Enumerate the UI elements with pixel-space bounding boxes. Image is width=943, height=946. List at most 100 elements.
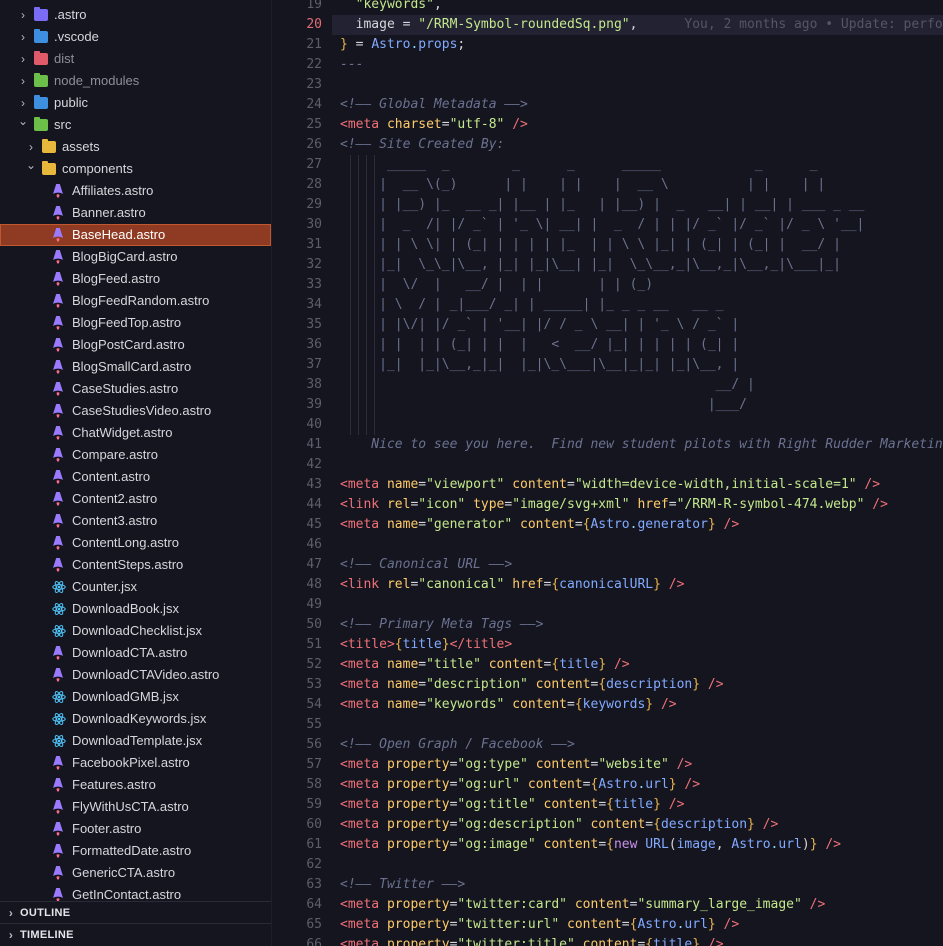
code-line[interactable]: --- (340, 55, 363, 75)
code-token: "width=device-width,initial-scale=1" (574, 477, 857, 492)
code-token: "summary_large_image" (637, 897, 802, 912)
code-line[interactable]: | | | | (_| | | | < __/ |_| | | | | (_| … (340, 335, 739, 355)
code-editor[interactable]: 19 20 21 22 23 24 25 26 27 28 29 30 31 32 33 34 35 36 37 38… (272, 0, 943, 946)
line-number: 52 (306, 657, 322, 672)
code-token: content (504, 477, 568, 492)
file-blogbigcard-astro[interactable]: BlogBigCard.astro (0, 246, 271, 268)
code-line[interactable]: "keywords", (340, 0, 442, 15)
file-banner-astro[interactable]: Banner.astro (0, 202, 271, 224)
folder-astro[interactable]: › .astro (0, 4, 271, 26)
file-genericcta-astro[interactable]: GenericCTA.astro (0, 862, 271, 884)
code-line[interactable]: <!—— Global Metadata ——> (340, 95, 528, 115)
file-downloadbook-jsx[interactable]: DownloadBook.jsx (0, 598, 271, 620)
code-line[interactable]: <meta property="twitter:card" content="s… (340, 895, 825, 915)
code-line[interactable]: | _ /| |/ _` | '_ \| __| | _ / | | |/ _`… (340, 215, 864, 235)
folder-components[interactable]: ⌄ components (0, 158, 271, 180)
code-line[interactable]: <!—— Twitter ——> (340, 875, 465, 895)
code-line[interactable]: <!—— Primary Meta Tags ——> (340, 615, 544, 635)
code-line[interactable]: <!—— Site Created By: (340, 135, 504, 155)
code-line[interactable]: <meta property="twitter:title" content={… (340, 935, 724, 946)
code-line[interactable]: <meta name="title" content={title} /> (340, 655, 630, 675)
file-counter-jsx[interactable]: Counter.jsx (0, 576, 271, 598)
file-downloadcta-astro[interactable]: DownloadCTA.astro (0, 642, 271, 664)
file-footer-astro[interactable]: Footer.astro (0, 818, 271, 840)
file-facebookpixel-astro[interactable]: FacebookPixel.astro (0, 752, 271, 774)
react-file-icon (52, 690, 66, 704)
file-content3-astro[interactable]: Content3.astro (0, 510, 271, 532)
code-line[interactable]: <meta property="og:url" content={Astro.u… (340, 775, 700, 795)
folder-node-modules[interactable]: › node_modules (0, 70, 271, 92)
file-affiliates-astro[interactable]: Affiliates.astro (0, 180, 271, 202)
code-line[interactable]: <meta name="description" content={descri… (340, 675, 724, 695)
code-line[interactable]: <meta name="generator" content={Astro.ge… (340, 515, 739, 535)
code-line[interactable]: <meta property="twitter:url" content={As… (340, 915, 739, 935)
outline-section-header[interactable]: › OUTLINE (0, 901, 271, 924)
file-blogfeed-astro[interactable]: BlogFeed.astro (0, 268, 271, 290)
file-blogfeedtop-astro[interactable]: BlogFeedTop.astro (0, 312, 271, 334)
code-line[interactable]: _____ _ _ _ _____ _ _ (340, 155, 817, 175)
folder-dist[interactable]: › dist (0, 48, 271, 70)
folder-src[interactable]: ⌄ src (0, 114, 271, 136)
code-line[interactable]: | \/ | __/ | | | | | (_) (340, 275, 653, 295)
folder-assets[interactable]: › assets (0, 136, 271, 158)
file-casestudies-astro[interactable]: CaseStudies.astro (0, 378, 271, 400)
file-downloadtemplate-jsx[interactable]: DownloadTemplate.jsx (0, 730, 271, 752)
code-line[interactable]: <meta property="og:image" content={new U… (340, 835, 841, 855)
code-line[interactable]: image = "/RRM-Symbol-roundedSq.png", You… (332, 15, 943, 35)
file-features-astro[interactable]: Features.astro (0, 774, 271, 796)
file-basehead-astro[interactable]: BaseHead.astro (0, 224, 271, 246)
file-blogsmallcard-astro[interactable]: BlogSmallCard.astro (0, 356, 271, 378)
code-line[interactable]: <meta charset="utf-8" /> (340, 115, 528, 135)
code-line[interactable]: | \ / | _|___/ _| | _____| |_ _ _ __ __ … (340, 295, 723, 315)
file-content2-astro[interactable]: Content2.astro (0, 488, 271, 510)
code-token: = (441, 117, 450, 132)
code-line[interactable]: <!—— Open Graph / Facebook ——> (340, 735, 575, 755)
file-downloadctavideo-astro[interactable]: DownloadCTAVideo.astro (0, 664, 271, 686)
file-contentlong-astro[interactable]: ContentLong.astro (0, 532, 271, 554)
file-label: ContentSteps.astro (72, 557, 184, 572)
file-downloadgmb-jsx[interactable]: DownloadGMB.jsx (0, 686, 271, 708)
code-line[interactable]: } = Astro.props; (340, 35, 465, 55)
file-blogpostcard-astro[interactable]: BlogPostCard.astro (0, 334, 271, 356)
code-line[interactable]: <link rel="icon" type="image/svg+xml" hr… (340, 495, 888, 515)
file-compare-astro[interactable]: Compare.astro (0, 444, 271, 466)
code-token: content (567, 897, 630, 912)
file-casestudiesvideo-astro[interactable]: CaseStudiesVideo.astro (0, 400, 271, 422)
file-contentsteps-astro[interactable]: ContentSteps.astro (0, 554, 271, 576)
code-line[interactable]: <meta property="og:title" content={title… (340, 795, 684, 815)
file-flywithuscta-astro[interactable]: FlyWithUsCTA.astro (0, 796, 271, 818)
timeline-section-header[interactable]: › TIMELINE (0, 923, 271, 946)
code-line[interactable]: |___/ (340, 395, 747, 415)
file-downloadchecklist-jsx[interactable]: DownloadChecklist.jsx (0, 620, 271, 642)
code-line[interactable]: | |__) |_ __ _| |__ | |_ | |__) | _ __| … (340, 195, 864, 215)
file-blogfeedrandom-astro[interactable]: BlogFeedRandom.astro (0, 290, 271, 312)
folder-icon (34, 51, 48, 65)
file-formatteddate-astro[interactable]: FormattedDate.astro (0, 840, 271, 862)
code-line[interactable]: <title>{title}</title> (340, 635, 512, 655)
code-line[interactable]: Nice to see you here. Find new student p… (340, 435, 943, 455)
code-line[interactable]: <link rel="canonical" href={canonicalURL… (340, 575, 684, 595)
code-line[interactable]: <meta property="og:type" content="websit… (340, 755, 692, 775)
code-line[interactable]: | | \ \| | (_| | | | | |_ | | \ \ |_| | … (340, 235, 841, 255)
folder-icon (34, 29, 48, 43)
code-line[interactable]: |_| |_|\__,_|_| |_|\_\___|\__|_|_| |_|\_… (340, 355, 739, 375)
code-line[interactable]: | __ \(_) | | | | | __ \ | | | | (340, 175, 825, 195)
folder-public[interactable]: › public (0, 92, 271, 114)
code-token: < (340, 637, 348, 652)
code-line[interactable]: | |\/| |/ _` | '__| |/ / _ \ __| | '_ \ … (340, 315, 739, 335)
file-content-astro[interactable]: Content.astro (0, 466, 271, 488)
code-token: property (379, 897, 450, 912)
file-downloadkeywords-jsx[interactable]: DownloadKeywords.jsx (0, 708, 271, 730)
code-line[interactable]: <meta name="keywords" content={keywords}… (340, 695, 677, 715)
code-line[interactable]: <meta name="viewport" content="width=dev… (340, 475, 880, 495)
code-token: < (340, 897, 348, 912)
code-line[interactable]: __/ | (340, 375, 755, 395)
code-line[interactable]: <!—— Canonical URL ——> (340, 555, 512, 575)
file-chatwidget-astro[interactable]: ChatWidget.astro (0, 422, 271, 444)
line-number: 29 (306, 197, 322, 212)
line-number: 48 (306, 577, 322, 592)
code-line[interactable]: |_| \_\_|\__, |_| |_|\__| |_| \_\__,_|\_… (340, 255, 841, 275)
code-line[interactable]: <meta property="og:description" content=… (340, 815, 778, 835)
code-token: meta (347, 117, 380, 132)
folder-vscode[interactable]: › .vscode (0, 26, 271, 48)
